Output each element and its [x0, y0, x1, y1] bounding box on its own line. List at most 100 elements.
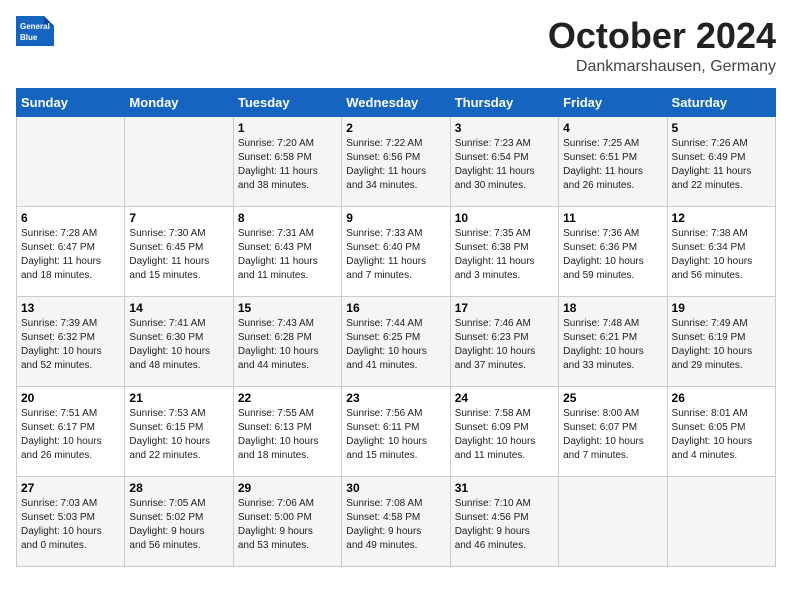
day-number: 29	[238, 481, 337, 495]
day-info: Sunrise: 7:10 AM Sunset: 4:56 PM Dayligh…	[455, 497, 554, 553]
svg-text:General: General	[20, 22, 50, 31]
day-number: 7	[129, 211, 228, 225]
day-number: 9	[346, 211, 445, 225]
day-info: Sunrise: 7:41 AM Sunset: 6:30 PM Dayligh…	[129, 317, 228, 373]
week-row-5: 27 Sunrise: 7:03 AM Sunset: 5:03 PM Dayli…	[17, 476, 776, 566]
day-cell: 24Sunrise: 7:58 AM Sunset: 6:09 PM Dayli…	[450, 386, 558, 476]
day-info: Sunrise: 7:22 AM Sunset: 6:56 PM Dayligh…	[346, 137, 445, 193]
day-info: Sunrise: 7:46 AM Sunset: 6:23 PM Dayligh…	[455, 317, 554, 373]
header-row: Sunday Monday Tuesday Wednesday Thursday…	[17, 88, 776, 116]
day-cell: 14 Sunrise: 7:41 AM Sunset: 6:30 PM Dayli…	[125, 296, 233, 386]
day-cell: 10 Sunrise: 7:35 AM Sunset: 6:38 PM Dayli…	[450, 206, 558, 296]
day-cell	[667, 476, 775, 566]
day-info: Sunrise: 7:28 AM Sunset: 6:47 PM Dayligh…	[21, 227, 120, 283]
day-cell: 29Sunrise: 7:06 AM Sunset: 5:00 PM Dayli…	[233, 476, 341, 566]
header-friday: Friday	[559, 88, 667, 116]
day-number: 12	[672, 211, 771, 225]
day-info: Sunrise: 7:56 AM Sunset: 6:11 PM Dayligh…	[346, 407, 445, 463]
logo: General Blue	[16, 16, 54, 46]
day-number: 23	[346, 391, 445, 405]
day-number: 16	[346, 301, 445, 315]
day-number: 28	[129, 481, 228, 495]
day-info: Sunrise: 7:38 AM Sunset: 6:34 PM Dayligh…	[672, 227, 771, 283]
day-info: Sunrise: 7:08 AM Sunset: 4:58 PM Dayligh…	[346, 497, 445, 553]
day-info: Sunrise: 7:20 AM Sunset: 6:58 PM Dayligh…	[238, 137, 337, 193]
day-number: 19	[672, 301, 771, 315]
header-thursday: Thursday	[450, 88, 558, 116]
day-number: 31	[455, 481, 554, 495]
day-cell: 28 Sunrise: 7:05 AM Sunset: 5:02 PM Dayli…	[125, 476, 233, 566]
week-row-3: 13 Sunrise: 7:39 AM Sunset: 6:32 PM Dayli…	[17, 296, 776, 386]
day-number: 17	[455, 301, 554, 315]
day-cell	[125, 116, 233, 206]
day-cell: 4Sunrise: 7:25 AM Sunset: 6:51 PM Daylig…	[559, 116, 667, 206]
day-cell: 9 Sunrise: 7:33 AM Sunset: 6:40 PM Daylig…	[342, 206, 450, 296]
day-info: Sunrise: 7:25 AM Sunset: 6:51 PM Dayligh…	[563, 137, 662, 193]
day-number: 5	[672, 121, 771, 135]
day-cell: 25 Sunrise: 8:00 AM Sunset: 6:07 PM Dayli…	[559, 386, 667, 476]
day-cell: 2 Sunrise: 7:22 AM Sunset: 6:56 PM Daylig…	[342, 116, 450, 206]
day-info: Sunrise: 8:00 AM Sunset: 6:07 PM Dayligh…	[563, 407, 662, 463]
day-number: 30	[346, 481, 445, 495]
day-number: 15	[238, 301, 337, 315]
day-cell: 5 Sunrise: 7:26 AM Sunset: 6:49 PM Daylig…	[667, 116, 775, 206]
day-cell: 31 Sunrise: 7:10 AM Sunset: 4:56 PM Dayli…	[450, 476, 558, 566]
day-number: 22	[238, 391, 337, 405]
day-cell: 11 Sunrise: 7:36 AM Sunset: 6:36 PM Dayli…	[559, 206, 667, 296]
day-number: 26	[672, 391, 771, 405]
day-info: Sunrise: 7:55 AM Sunset: 6:13 PM Dayligh…	[238, 407, 337, 463]
header-monday: Monday	[125, 88, 233, 116]
day-cell: 15 Sunrise: 7:43 AM Sunset: 6:28 PM Dayli…	[233, 296, 341, 386]
day-cell	[17, 116, 125, 206]
day-cell: 16Sunrise: 7:44 AM Sunset: 6:25 PM Dayli…	[342, 296, 450, 386]
day-number: 10	[455, 211, 554, 225]
day-info: Sunrise: 7:26 AM Sunset: 6:49 PM Dayligh…	[672, 137, 771, 193]
day-cell	[559, 476, 667, 566]
day-info: Sunrise: 7:33 AM Sunset: 6:40 PM Dayligh…	[346, 227, 445, 283]
day-cell: 26 Sunrise: 8:01 AM Sunset: 6:05 PM Dayli…	[667, 386, 775, 476]
day-number: 11	[563, 211, 662, 225]
day-number: 2	[346, 121, 445, 135]
day-info: Sunrise: 7:49 AM Sunset: 6:19 PM Dayligh…	[672, 317, 771, 373]
day-info: Sunrise: 7:48 AM Sunset: 6:21 PM Dayligh…	[563, 317, 662, 373]
day-info: Sunrise: 7:43 AM Sunset: 6:28 PM Dayligh…	[238, 317, 337, 373]
day-number: 13	[21, 301, 120, 315]
week-row-2: 6 Sunrise: 7:28 AM Sunset: 6:47 PM Daylig…	[17, 206, 776, 296]
day-number: 24	[455, 391, 554, 405]
location-title: Dankmarshausen, Germany	[548, 58, 776, 76]
day-cell: 12 Sunrise: 7:38 AM Sunset: 6:34 PM Dayli…	[667, 206, 775, 296]
header-saturday: Saturday	[667, 88, 775, 116]
header-sunday: Sunday	[17, 88, 125, 116]
day-info: Sunrise: 7:53 AM Sunset: 6:15 PM Dayligh…	[129, 407, 228, 463]
day-cell: 6 Sunrise: 7:28 AM Sunset: 6:47 PM Daylig…	[17, 206, 125, 296]
day-cell: 30 Sunrise: 7:08 AM Sunset: 4:58 PM Dayli…	[342, 476, 450, 566]
day-cell: 7 Sunrise: 7:30 AM Sunset: 6:45 PM Daylig…	[125, 206, 233, 296]
title-block: October 2024 Dankmarshausen, Germany	[548, 16, 776, 76]
day-info: Sunrise: 7:05 AM Sunset: 5:02 PM Dayligh…	[129, 497, 228, 553]
day-number: 27	[21, 481, 120, 495]
day-info: Sunrise: 7:23 AM Sunset: 6:54 PM Dayligh…	[455, 137, 554, 193]
day-info: Sunrise: 7:03 AM Sunset: 5:03 PM Dayligh…	[21, 497, 120, 553]
day-cell: 20Sunrise: 7:51 AM Sunset: 6:17 PM Dayli…	[17, 386, 125, 476]
day-info: Sunrise: 7:31 AM Sunset: 6:43 PM Dayligh…	[238, 227, 337, 283]
month-title: October 2024	[548, 16, 776, 56]
day-info: Sunrise: 7:36 AM Sunset: 6:36 PM Dayligh…	[563, 227, 662, 283]
day-info: Sunrise: 7:30 AM Sunset: 6:45 PM Dayligh…	[129, 227, 228, 283]
day-cell: 8 Sunrise: 7:31 AM Sunset: 6:43 PM Daylig…	[233, 206, 341, 296]
day-cell: 21 Sunrise: 7:53 AM Sunset: 6:15 PM Dayli…	[125, 386, 233, 476]
day-number: 8	[238, 211, 337, 225]
day-info: Sunrise: 7:39 AM Sunset: 6:32 PM Dayligh…	[21, 317, 120, 373]
day-info: Sunrise: 7:35 AM Sunset: 6:38 PM Dayligh…	[455, 227, 554, 283]
day-number: 21	[129, 391, 228, 405]
day-cell: 23 Sunrise: 7:56 AM Sunset: 6:11 PM Dayli…	[342, 386, 450, 476]
day-info: Sunrise: 8:01 AM Sunset: 6:05 PM Dayligh…	[672, 407, 771, 463]
day-number: 25	[563, 391, 662, 405]
day-cell: 17 Sunrise: 7:46 AM Sunset: 6:23 PM Dayli…	[450, 296, 558, 386]
day-cell: 18Sunrise: 7:48 AM Sunset: 6:21 PM Dayli…	[559, 296, 667, 386]
day-number: 6	[21, 211, 120, 225]
day-cell: 22 Sunrise: 7:55 AM Sunset: 6:13 PM Dayli…	[233, 386, 341, 476]
day-number: 3	[455, 121, 554, 135]
day-info: Sunrise: 7:51 AM Sunset: 6:17 PM Dayligh…	[21, 407, 120, 463]
day-cell: 19 Sunrise: 7:49 AM Sunset: 6:19 PM Dayli…	[667, 296, 775, 386]
day-number: 14	[129, 301, 228, 315]
